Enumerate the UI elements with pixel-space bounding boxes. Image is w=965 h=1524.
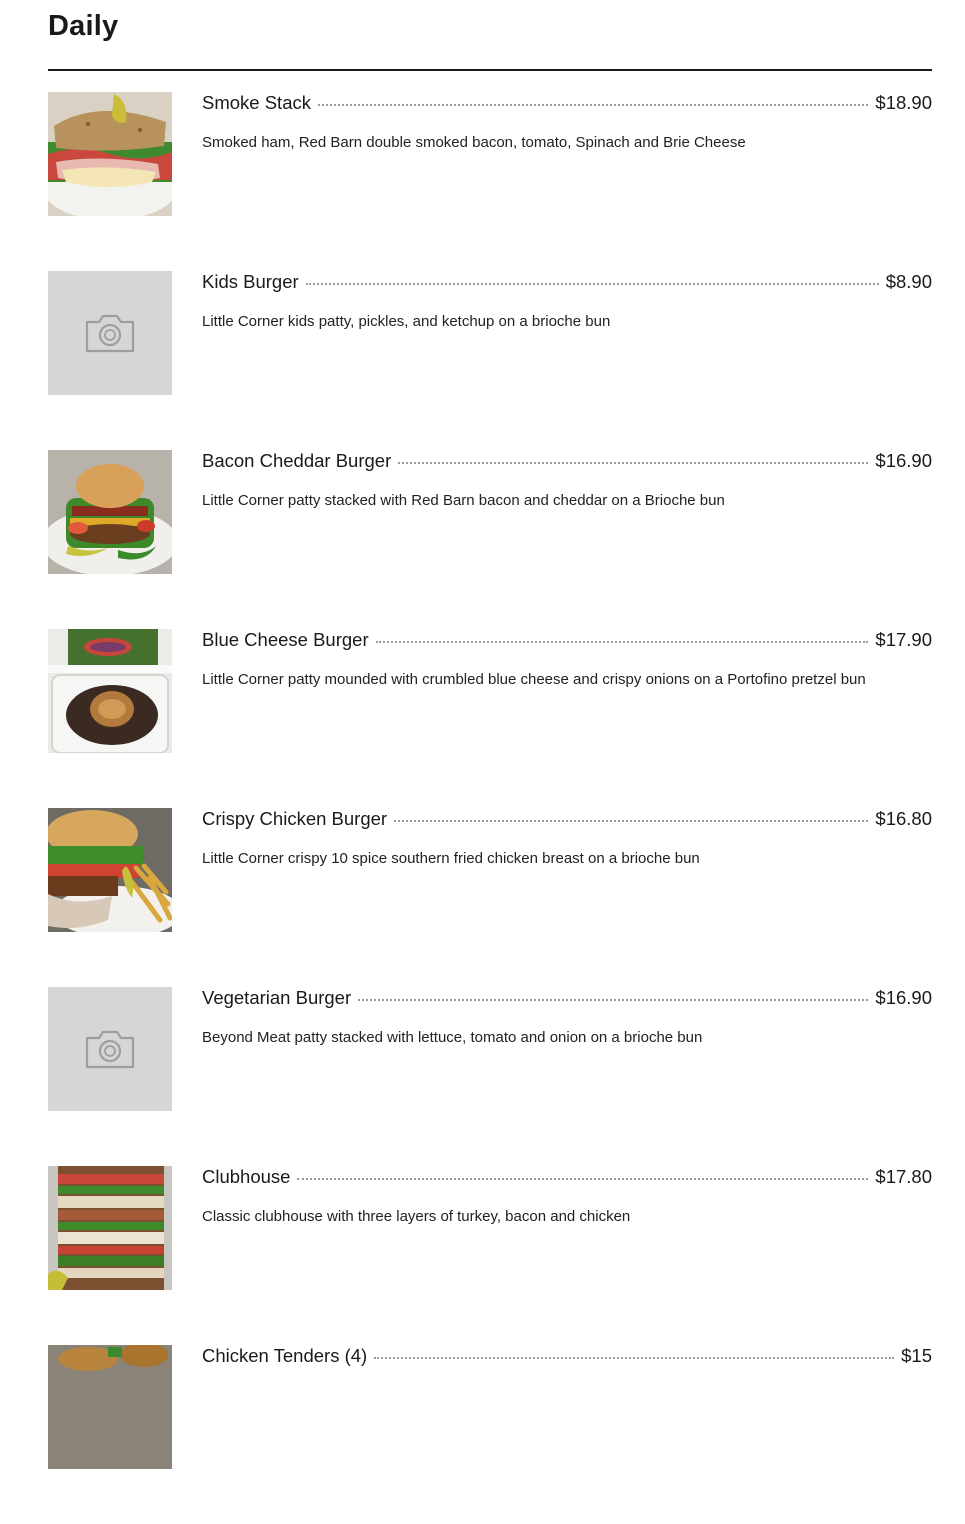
item-price: $15: [901, 1345, 932, 1366]
dotted-leader: [374, 1357, 895, 1359]
menu-item[interactable]: Crispy Chicken Burger $16.80 Little Corn…: [48, 808, 932, 932]
item-description: Little Corner patty stacked with Red Bar…: [202, 492, 725, 509]
menu-item[interactable]: Blue Cheese Burger $17.90 Little Corner …: [48, 629, 932, 753]
item-description: Smoked ham, Red Barn double smoked bacon…: [202, 134, 746, 151]
menu-item[interactable]: Kids Burger $8.90 Little Corner kids pat…: [48, 271, 932, 395]
chicken-burger-photo[interactable]: [48, 808, 172, 932]
camera-placeholder-icon: [85, 1030, 135, 1069]
item-price: $16.90: [875, 450, 932, 471]
item-name: Vegetarian Burger: [202, 987, 352, 1008]
dotted-leader: [375, 641, 869, 643]
item-price: $16.90: [875, 987, 932, 1008]
dotted-leader: [394, 820, 869, 822]
item-description: Classic clubhouse with three layers of t…: [202, 1208, 631, 1225]
image-placeholder[interactable]: [48, 271, 172, 395]
dotted-leader: [398, 462, 869, 464]
item-name: Blue Cheese Burger: [202, 629, 369, 650]
item-description: Beyond Meat patty stacked with lettuce, …: [202, 1029, 703, 1046]
item-name: Bacon Cheddar Burger: [202, 450, 392, 471]
menu-item[interactable]: Clubhouse $17.80 Classic clubhouse with …: [48, 1166, 932, 1290]
dotted-leader: [305, 283, 879, 285]
item-description: Little Corner patty mounded with crumble…: [202, 671, 866, 688]
camera-placeholder-icon: [85, 314, 135, 353]
item-name: Crispy Chicken Burger: [202, 808, 388, 829]
item-price: $18.90: [875, 92, 932, 113]
menu-item[interactable]: Vegetarian Burger $16.90 Beyond Meat pat…: [48, 987, 932, 1111]
item-description: Little Corner kids patty, pickles, and k…: [202, 313, 611, 330]
item-description: Little Corner crispy 10 spice southern f…: [202, 850, 700, 867]
item-price: $17.90: [875, 629, 932, 650]
item-name: Chicken Tenders (4): [202, 1345, 368, 1366]
chicken-tenders-photo[interactable]: [48, 1345, 172, 1469]
title-divider: [48, 69, 932, 71]
item-price: $17.80: [875, 1166, 932, 1187]
page-title: Daily: [48, 10, 119, 42]
club-sandwich-photo[interactable]: [48, 1166, 172, 1290]
item-name: Smoke Stack: [202, 92, 311, 113]
menu-item[interactable]: Chicken Tenders (4) $15: [48, 1345, 932, 1469]
item-price: $8.90: [885, 271, 932, 292]
sandwich-photo[interactable]: [48, 92, 172, 216]
dotted-leader: [318, 104, 869, 106]
item-name: Clubhouse: [202, 1166, 291, 1187]
dotted-leader: [297, 1178, 869, 1180]
menu-list: Smoke Stack $18.90 Smoked ham, Red Barn …: [48, 92, 932, 1524]
burger-takeout-photo[interactable]: [48, 629, 172, 753]
item-price: $16.80: [875, 808, 932, 829]
menu-item[interactable]: Bacon Cheddar Burger $16.90 Little Corne…: [48, 450, 932, 574]
burger-photo[interactable]: [48, 450, 172, 574]
menu-item[interactable]: Smoke Stack $18.90 Smoked ham, Red Barn …: [48, 92, 932, 216]
item-name: Kids Burger: [202, 271, 299, 292]
image-placeholder[interactable]: [48, 987, 172, 1111]
dotted-leader: [358, 999, 869, 1001]
